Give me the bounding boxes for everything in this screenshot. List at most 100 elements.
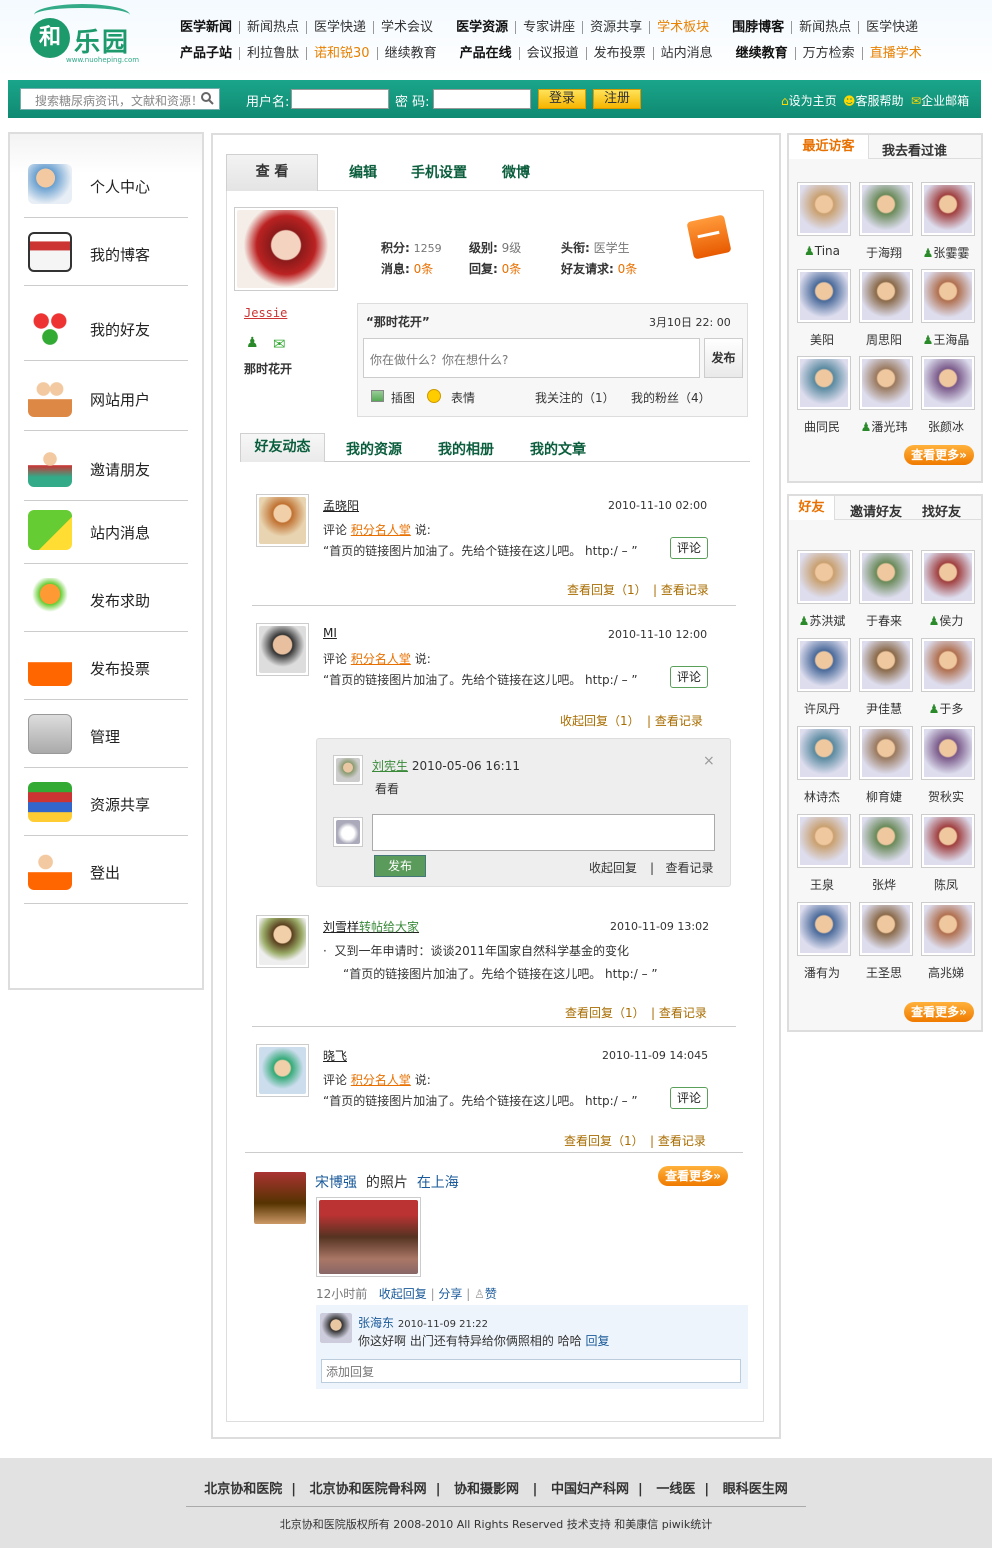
friend-name[interactable]: 于春来: [849, 612, 919, 629]
reply-collapse-link[interactable]: 收起回复: [589, 859, 637, 876]
emoji-icon[interactable]: [427, 389, 441, 403]
photo-post-collapse[interactable]: 收起回复: [379, 1287, 427, 1301]
friend-name[interactable]: 潘有为: [787, 964, 857, 981]
sidebar-item-blog[interactable]: 我的博客: [24, 218, 188, 286]
visitor-thumbnail[interactable]: [859, 356, 913, 410]
view-record-link[interactable]: | 查看记录: [650, 1132, 706, 1149]
friend-name[interactable]: 陈凤: [911, 876, 981, 893]
nav-resource-share[interactable]: 资源共享: [582, 21, 649, 34]
feed-target-link[interactable]: 积分名人堂: [351, 523, 411, 537]
visitor-name[interactable]: 美阳: [787, 331, 857, 348]
view-record-link[interactable]: | 查看记录: [651, 1004, 707, 1021]
view-record-link[interactable]: | 查看记录: [653, 581, 709, 598]
image-icon[interactable]: [371, 390, 384, 402]
nav-academic-board[interactable]: 学术板块: [649, 21, 716, 34]
photo-reply-avatar[interactable]: [320, 1313, 352, 1343]
comment-button[interactable]: 评论: [670, 1087, 708, 1109]
reply-record-link[interactable]: | 查看记录: [650, 859, 714, 876]
thumbs-up-icon[interactable]: ♙: [474, 1287, 485, 1301]
visitor-name[interactable]: ♟Tina: [787, 244, 857, 258]
subtab-my-articles[interactable]: 我的文章: [530, 439, 586, 459]
status-input[interactable]: 你在做什么？你在想什么?: [363, 338, 700, 378]
see-more-button[interactable]: 查看更多»: [658, 1166, 728, 1186]
footer-link[interactable]: 协和摄影网: [454, 1482, 519, 1497]
nav-news-hot-2[interactable]: 新闻热点: [791, 21, 858, 34]
view-replies-link[interactable]: 查看回复（1）: [567, 581, 647, 598]
friend-thumbnail[interactable]: [797, 726, 851, 780]
tab-visited[interactable]: 我去看过谁: [882, 140, 947, 159]
feed-avatar[interactable]: [256, 494, 309, 547]
feed-avatar[interactable]: [256, 1044, 309, 1097]
view-record-link[interactable]: | 查看记录: [647, 712, 703, 729]
friend-thumbnail[interactable]: [859, 814, 913, 868]
friend-name[interactable]: 张烨: [849, 876, 919, 893]
tab-friends[interactable]: 好友: [789, 496, 835, 520]
visitor-thumbnail[interactable]: [859, 269, 913, 323]
view-replies-link[interactable]: 查看回复（1）: [564, 1132, 644, 1149]
nav-product-online[interactable]: 产品在线: [444, 47, 519, 60]
friend-thumbnail[interactable]: [921, 814, 975, 868]
reply-author[interactable]: 刘宪生: [372, 759, 408, 773]
nav-continuing-edu[interactable]: 继续教育: [376, 47, 444, 60]
visitor-name[interactable]: 周思阳: [849, 331, 919, 348]
password-field[interactable]: [433, 89, 531, 109]
visitor-name[interactable]: ♟张霎霎: [911, 244, 981, 261]
nav-liraglutide[interactable]: 利拉鲁肽: [239, 47, 306, 60]
reply-textarea[interactable]: [372, 814, 715, 851]
sidebar-item-profile[interactable]: 个人中心: [24, 150, 188, 218]
feed-target-link[interactable]: 积分名人堂: [351, 1073, 411, 1087]
friend-name[interactable]: ♟苏洪斌: [787, 612, 857, 629]
sidebar-item-help[interactable]: 发布求助: [24, 564, 188, 632]
nav-lectures[interactable]: 专家讲座: [515, 21, 582, 34]
visitor-name[interactable]: 于海翔: [849, 244, 919, 261]
sidebar-item-resources[interactable]: 资源共享: [24, 768, 188, 836]
search-input[interactable]: 搜索糖尿病资讯，文献和资源！: [20, 88, 220, 110]
username-field[interactable]: [291, 89, 389, 109]
feed-author[interactable]: 晓飞: [323, 1047, 347, 1064]
feed-avatar[interactable]: [256, 623, 309, 676]
friend-thumbnail[interactable]: [921, 638, 975, 692]
photo-reply-link[interactable]: 回复: [585, 1334, 609, 1348]
friend-thumbnail[interactable]: [921, 550, 975, 604]
messages-count[interactable]: 消息: 0条: [381, 260, 433, 277]
feed-author[interactable]: 孟晓阳: [323, 497, 359, 514]
friend-thumbnail[interactable]: [859, 638, 913, 692]
visitor-thumbnail[interactable]: [921, 182, 975, 236]
comment-button[interactable]: 评论: [670, 666, 708, 688]
tab-mobile[interactable]: 手机设置: [411, 162, 467, 182]
tab-weibo[interactable]: 微博: [502, 162, 530, 182]
photo-thumbnail[interactable]: [316, 1197, 421, 1277]
photo-reply-author[interactable]: 张海东: [358, 1316, 394, 1330]
view-replies-link[interactable]: 查看回复（1）: [565, 1004, 645, 1021]
following-link[interactable]: 我关注的（1）: [535, 389, 615, 406]
friend-thumbnail[interactable]: [859, 550, 913, 604]
photo-post-place[interactable]: 在上海: [417, 1175, 459, 1191]
photo-post-author[interactable]: 宋博强: [315, 1175, 357, 1191]
visitor-thumbnail[interactable]: [797, 269, 851, 323]
friend-thumbnail[interactable]: [797, 638, 851, 692]
nav-wanfang[interactable]: 万方检索: [794, 47, 862, 60]
collapse-replies-link[interactable]: 收起回复（1）: [560, 712, 640, 729]
help-link[interactable]: ☻客服帮助: [843, 92, 904, 109]
photo-post-avatar[interactable]: [254, 1172, 306, 1224]
photo-post-share[interactable]: 分享: [438, 1287, 462, 1301]
friend-thumbnail[interactable]: [921, 902, 975, 956]
sidebar-item-messages[interactable]: 站内消息: [24, 496, 188, 564]
feed-article-line[interactable]: · 又到一年申请时：谈谈2011年国家自然科学基金的变化: [323, 942, 629, 959]
site-logo[interactable]: 和 乐园 www.nuoheping.com: [28, 4, 158, 68]
reply-publish-button[interactable]: 发布: [374, 855, 426, 877]
subtab-my-album[interactable]: 我的相册: [438, 439, 494, 459]
add-reply-input[interactable]: 添加回复: [321, 1359, 741, 1383]
visitor-thumbnail[interactable]: [797, 356, 851, 410]
tab-edit[interactable]: 编辑: [349, 162, 377, 182]
bag-icon[interactable]: [686, 214, 732, 260]
visitor-name[interactable]: ♟潘光玮: [849, 418, 919, 435]
friend-name[interactable]: 贺秋实: [911, 788, 981, 805]
visitor-name[interactable]: ♟王海晶: [911, 331, 981, 348]
friend-name[interactable]: 许凤丹: [787, 700, 857, 717]
friend-name[interactable]: ♟于多: [911, 700, 981, 717]
tab-invite-friends[interactable]: 邀请好友: [850, 501, 902, 520]
profile-name[interactable]: Jessie: [244, 306, 287, 320]
friend-thumbnail[interactable]: [797, 902, 851, 956]
friend-name[interactable]: 王圣思: [849, 964, 919, 981]
